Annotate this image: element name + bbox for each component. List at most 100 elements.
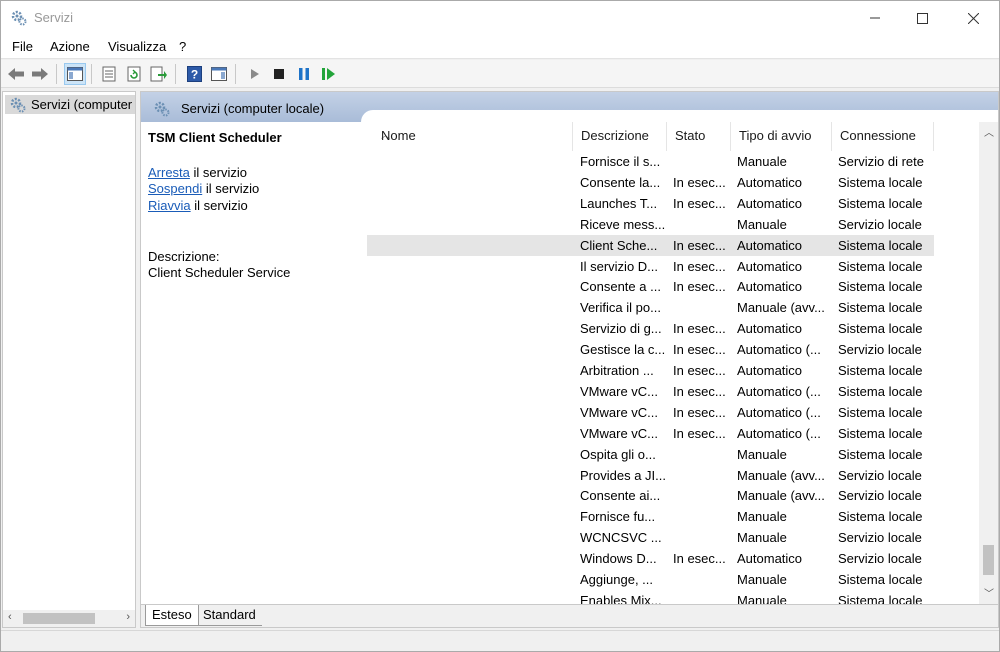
service-row[interactable]: Windows Defender FirewallWindows D...In … — [367, 548, 934, 569]
service-row[interactable]: WarpJITSvcProvides a JI...Manuale (avv..… — [367, 465, 934, 486]
status-bar — [1, 630, 999, 651]
column-header-descrizione[interactable]: Descrizione — [573, 122, 667, 151]
service-row[interactable]: VMware vCenter Converter ...VMware vC...… — [367, 381, 934, 402]
show-hide-console-tree-button[interactable] — [64, 63, 86, 85]
service-logon-as: Sistema locale — [838, 404, 923, 420]
close-button[interactable] — [950, 1, 996, 35]
title-bar[interactable]: Servizi — [1, 1, 999, 35]
service-description: Fornisce il s... — [580, 154, 661, 169]
service-description: VMware vC... — [580, 425, 659, 441]
service-startup-type: Automatico — [737, 174, 803, 190]
service-description: Provides a JI... — [580, 467, 666, 483]
toolbar: ? — [1, 60, 999, 88]
service-description: Arbitration ... — [580, 363, 654, 378]
service-description: Client Sche... — [580, 237, 658, 253]
service-status: In esec... — [673, 321, 726, 337]
services-window: Servizi File Azione Visualizza ? ? Servi… — [0, 0, 1000, 652]
service-row[interactable]: Utilità di avvio processi serv...Il serv… — [367, 256, 934, 277]
service-row[interactable]: VMware vCenter Converter ...VMware vC...… — [367, 423, 934, 444]
properties-button[interactable] — [98, 63, 120, 85]
start-service-button[interactable] — [244, 63, 266, 85]
back-button[interactable] — [5, 63, 27, 85]
maximize-button[interactable] — [899, 1, 945, 35]
service-row[interactable]: Windows Connect Now - R...WCNCSVC ...Man… — [367, 527, 934, 548]
service-logon-as: Servizio locale — [838, 551, 922, 567]
scroll-down-icon[interactable]: ﹀ — [984, 585, 994, 600]
column-header-stato[interactable]: Stato — [667, 122, 731, 151]
toolbar-separator — [175, 64, 176, 84]
menu-bar: File Azione Visualizza ? — [1, 35, 999, 59]
menu-visualizza[interactable]: Visualizza — [108, 39, 166, 54]
export-list-button[interactable] — [148, 63, 170, 85]
action-text: il servizio — [190, 198, 248, 213]
service-startup-type: Automatico — [737, 321, 803, 337]
service-row[interactable]: Utilità di pianificazioneConsente a ...I… — [367, 276, 934, 297]
action-text: il servizio — [189, 165, 247, 180]
service-row[interactable]: Windows Mixed Reality Op...Enables Mix..… — [367, 590, 934, 604]
service-row[interactable]: WebClientConsente ai...Manuale (avv...Se… — [367, 485, 934, 506]
service-row[interactable]: WalletServiceOspita gli o...ManualeSiste… — [367, 444, 934, 465]
service-status: In esec... — [673, 279, 726, 295]
scroll-left-icon[interactable]: ‹ — [8, 611, 12, 623]
help-button[interactable]: ? — [183, 63, 205, 85]
stop-service-button[interactable] — [268, 63, 290, 85]
column-header-tipo-di-avvio[interactable]: Tipo di avvio — [731, 122, 832, 151]
service-row[interactable]: Trap SNMPRiceve mess...ManualeServizio l… — [367, 214, 934, 235]
scrollbar-thumb[interactable] — [23, 613, 95, 624]
service-status: In esec... — [673, 404, 726, 420]
pause-service-link[interactable]: Sospendi — [148, 181, 202, 196]
service-row[interactable]: Visualizza servizio criteriGestisce la c… — [367, 339, 934, 360]
pause-service-button[interactable] — [293, 63, 315, 85]
service-row[interactable]: VMware USB Arbitration Ser...Arbitration… — [367, 360, 934, 381]
service-row[interactable]: Virtual Machine Manageme...Servizio di g… — [367, 318, 934, 339]
menu-help[interactable]: ? — [179, 39, 186, 54]
service-startup-type: Automatico — [737, 195, 803, 211]
service-startup-type: Automatico (... — [737, 342, 821, 358]
back-arrow-icon — [8, 68, 24, 80]
service-status: In esec... — [673, 174, 726, 190]
service-row[interactable]: VMware vCenter Converter ...VMware vC...… — [367, 402, 934, 423]
tab-esteso[interactable]: Esteso — [145, 605, 199, 626]
scroll-right-icon[interactable]: › — [126, 611, 130, 623]
restart-service-button[interactable] — [318, 63, 340, 85]
restart-service-link[interactable]: Riavvia — [148, 198, 191, 213]
menu-file[interactable]: File — [12, 39, 33, 54]
minimize-button[interactable] — [852, 1, 898, 35]
services-list: ︿ Nome Descrizione Stato Tipo di avvio C… — [367, 122, 998, 604]
service-status: In esec... — [673, 425, 726, 441]
scroll-up-icon[interactable]: ︿ — [984, 124, 994, 139]
service-logon-as: Servizio locale — [838, 467, 922, 483]
service-row[interactable]: Verifica spotVerifica il po...Manuale (a… — [367, 297, 934, 318]
svg-text:?: ? — [190, 68, 197, 82]
service-startup-type: Automatico — [737, 237, 803, 253]
services-pane: Servizi (computer locale) TSM Client Sch… — [140, 91, 999, 628]
service-startup-type: Manuale (avv... — [737, 300, 825, 316]
tree-horizontal-scrollbar[interactable]: ‹ › — [3, 610, 135, 627]
column-header-nome[interactable]: ︿ Nome — [373, 122, 573, 151]
menu-azione[interactable]: Azione — [50, 39, 90, 54]
column-header-connessione[interactable]: Connessione — [832, 122, 934, 151]
service-row[interactable]: Windows InstallerAggiunge, ...ManualeSis… — [367, 569, 934, 590]
refresh-button[interactable] — [123, 63, 145, 85]
service-logon-as: Sistema locale — [838, 509, 923, 525]
service-description: VMware vC... — [580, 383, 659, 399]
service-row[interactable]: TemiConsente la...In esec...AutomaticoSi… — [367, 172, 934, 193]
service-row[interactable]: TSM Client SchedulerClient Sche...In ese… — [367, 234, 934, 256]
toolbar-separator — [235, 64, 236, 84]
service-description: Consente a ... — [580, 279, 661, 295]
service-status: In esec... — [673, 383, 726, 399]
tree-item-services-local[interactable]: Servizi (computer — [5, 95, 135, 114]
selected-service-name: TSM Client Scheduler — [148, 130, 282, 145]
service-row[interactable]: Thunderbolt(TM) Applicatio...Launches T.… — [367, 193, 934, 214]
service-logon-as: Sistema locale — [838, 195, 923, 211]
list-vertical-scrollbar[interactable]: ︿ ﹀ — [979, 122, 998, 604]
show-hide-action-pane-button[interactable] — [208, 63, 230, 85]
stop-service-link[interactable]: Arresta — [148, 165, 190, 180]
forward-button[interactable] — [29, 63, 51, 85]
service-row[interactable]: TelefoniaFornisce il s...ManualeServizio… — [367, 151, 934, 172]
service-row[interactable]: Windows BackupFornisce fu...ManualeSiste… — [367, 506, 934, 527]
service-logon-as: Sistema locale — [838, 258, 923, 274]
service-startup-type: Automatico — [737, 258, 803, 274]
scrollbar-thumb[interactable] — [983, 545, 994, 575]
tab-standard[interactable]: Standard — [197, 605, 262, 626]
